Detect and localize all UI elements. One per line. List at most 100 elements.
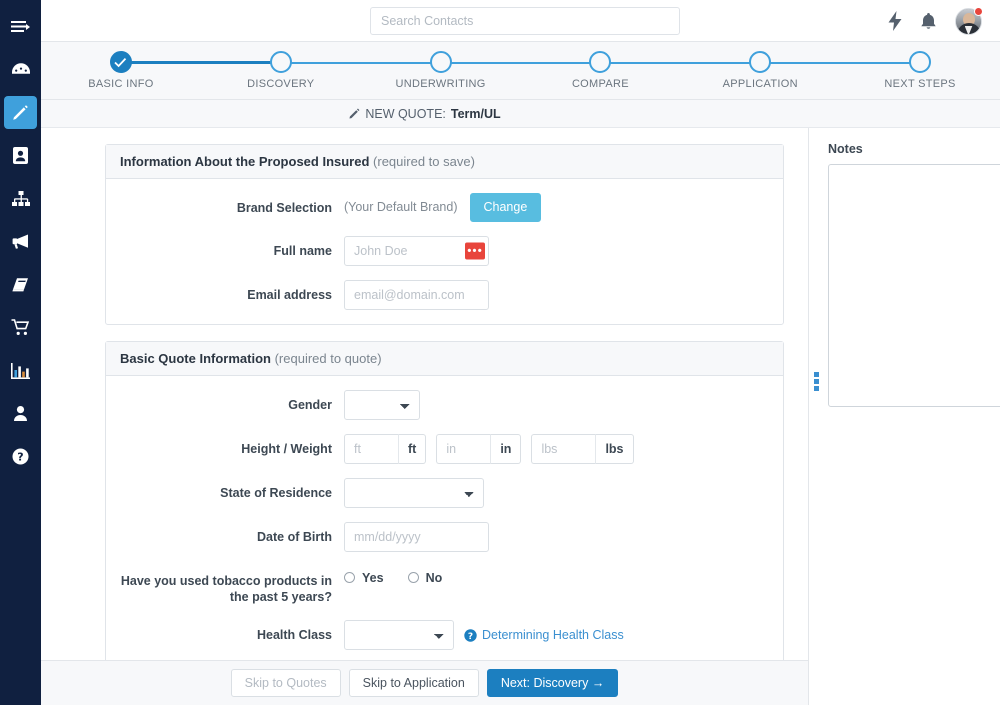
panel-proposed-insured: Information About the Proposed Insured (…	[105, 144, 784, 325]
radio-button[interactable]	[344, 572, 355, 583]
svg-text:?: ?	[468, 632, 473, 642]
quote-subheader: NEW QUOTE: Term/UL	[41, 100, 1000, 128]
height-feet-addon: ft	[398, 433, 427, 464]
next-discovery-button[interactable]: Next: Discovery →	[486, 668, 619, 698]
step-label: UNDERWRITING	[395, 78, 486, 90]
bell-icon[interactable]	[920, 12, 937, 31]
tobacco-no-label: No	[425, 570, 443, 585]
step-connector-right	[760, 62, 841, 64]
org-chart-icon	[4, 182, 37, 215]
speedometer-icon	[4, 53, 37, 86]
step-application[interactable]: APPLICATION	[680, 42, 841, 100]
sidebar-item-hierarchy[interactable]	[0, 177, 41, 220]
height-inches-input[interactable]	[436, 433, 491, 464]
panel-basic-quote-info: Basic Quote Information (required to quo…	[105, 340, 784, 660]
step-discovery[interactable]: DISCOVERY	[200, 42, 361, 100]
sidebar-item-library[interactable]	[0, 263, 41, 306]
sidebar-item-account[interactable]	[0, 392, 41, 435]
sidebar-item-dashboard[interactable]	[0, 48, 41, 91]
hamburger-icon	[4, 12, 37, 45]
date-of-birth-label: Date of Birth	[257, 529, 332, 544]
weight-input[interactable]	[531, 433, 596, 464]
main-column: BASIC INFO DISCOVERY UNDERWRITING COMPAR…	[41, 0, 1000, 705]
tobacco-radio-group: Yes No	[344, 566, 442, 585]
search-container	[370, 7, 680, 35]
full-name-wrapper: •••	[344, 235, 489, 266]
full-name-label: Full name	[273, 243, 332, 258]
email-address-label: Email address	[247, 287, 332, 302]
bar-chart-icon	[4, 354, 37, 387]
question-circle-icon: ?	[464, 629, 477, 642]
brand-value: (Your Default Brand)	[344, 200, 458, 215]
step-connector-right	[280, 62, 361, 64]
date-of-birth-input[interactable]	[344, 521, 489, 552]
topbar-actions	[888, 0, 983, 42]
step-circle	[909, 51, 932, 73]
step-basic-info[interactable]: BASIC INFO	[41, 42, 201, 100]
sidebar-item-help[interactable]: ?	[0, 435, 41, 478]
field-row-dob: Date of Birth	[106, 521, 783, 552]
field-row-email: Email address	[106, 279, 783, 310]
skip-to-application-button[interactable]: Skip to Application	[348, 668, 479, 698]
tobacco-yes-option[interactable]: Yes	[344, 571, 384, 585]
step-label: DISCOVERY	[247, 78, 315, 90]
sidebar-item-quotes[interactable]	[0, 91, 41, 134]
step-underwriting[interactable]: UNDERWRITING	[360, 42, 521, 100]
pencil-icon	[349, 108, 360, 119]
step-circle	[589, 51, 612, 73]
email-address-input[interactable]	[344, 279, 489, 310]
help-link-label: Determining Health Class	[482, 628, 624, 643]
sidebar-item-contacts[interactable]	[0, 134, 41, 177]
sidebar-item-menu-toggle[interactable]	[0, 8, 41, 48]
quote-value: Term/UL	[450, 106, 501, 121]
contact-card-icon	[4, 139, 37, 172]
step-connector-right	[120, 61, 201, 64]
state-of-residence-select[interactable]	[344, 477, 484, 508]
field-row-health-class: Health Class ? Determining Health Class	[106, 620, 783, 651]
height-weight-label: Height / Weight	[241, 441, 332, 456]
panel-subtitle: (required to quote)	[274, 350, 382, 366]
determining-health-class-link[interactable]: ? Determining Health Class	[464, 628, 624, 642]
body-split: Information About the Proposed Insured (…	[41, 128, 1000, 705]
health-class-label: Health Class	[256, 628, 332, 643]
sidebar-item-marketing[interactable]	[0, 220, 41, 263]
change-brand-button[interactable]: Change	[469, 193, 542, 222]
brand-selection-label: Brand Selection	[236, 201, 332, 215]
notes-textarea[interactable]	[828, 164, 1000, 407]
radio-button[interactable]	[407, 572, 419, 583]
panel-header: Information About the Proposed Insured (…	[106, 145, 783, 179]
step-label: NEXT STEPS	[884, 78, 956, 90]
step-next-steps[interactable]: NEXT STEPS	[840, 42, 1000, 100]
user-icon	[4, 397, 37, 430]
height-feet-group: ft	[344, 433, 427, 464]
step-circle	[269, 51, 292, 73]
step-connector-right	[600, 62, 681, 64]
skip-to-quotes-button[interactable]: Skip to Quotes	[230, 668, 341, 698]
sidebar-item-reports[interactable]	[0, 349, 41, 392]
form-scroll-area: Information About the Proposed Insured (…	[41, 128, 808, 660]
step-label: APPLICATION	[722, 78, 798, 90]
height-inches-group: in	[436, 433, 522, 464]
sidebar-item-store[interactable]	[0, 306, 41, 349]
gender-select[interactable]	[344, 389, 420, 420]
lightning-bolt-icon[interactable]	[888, 11, 902, 31]
panel-header: Basic Quote Information (required to quo…	[106, 341, 783, 376]
book-icon	[4, 268, 37, 301]
required-indicator-badge[interactable]: •••	[465, 242, 485, 259]
notes-pane: Notes	[809, 128, 1000, 705]
panel-body: Brand Selection (Your Default Brand) Cha…	[106, 179, 783, 324]
tobacco-no-option[interactable]: No	[407, 570, 443, 585]
pane-resize-handle[interactable]	[812, 370, 821, 392]
avatar[interactable]	[955, 6, 983, 35]
step-compare[interactable]: COMPARE	[520, 42, 681, 100]
step-connector-right	[440, 62, 521, 64]
health-class-select[interactable]	[344, 620, 454, 651]
search-input[interactable]	[370, 7, 680, 35]
pencil-icon	[4, 96, 37, 129]
height-feet-input[interactable]	[344, 433, 398, 464]
sidebar: ?	[0, 0, 41, 705]
weight-addon: lbs	[595, 433, 634, 464]
top-bar	[41, 0, 1000, 42]
weight-group: lbs	[531, 433, 634, 464]
progress-stepper: BASIC INFO DISCOVERY UNDERWRITING COMPAR…	[41, 42, 1000, 100]
